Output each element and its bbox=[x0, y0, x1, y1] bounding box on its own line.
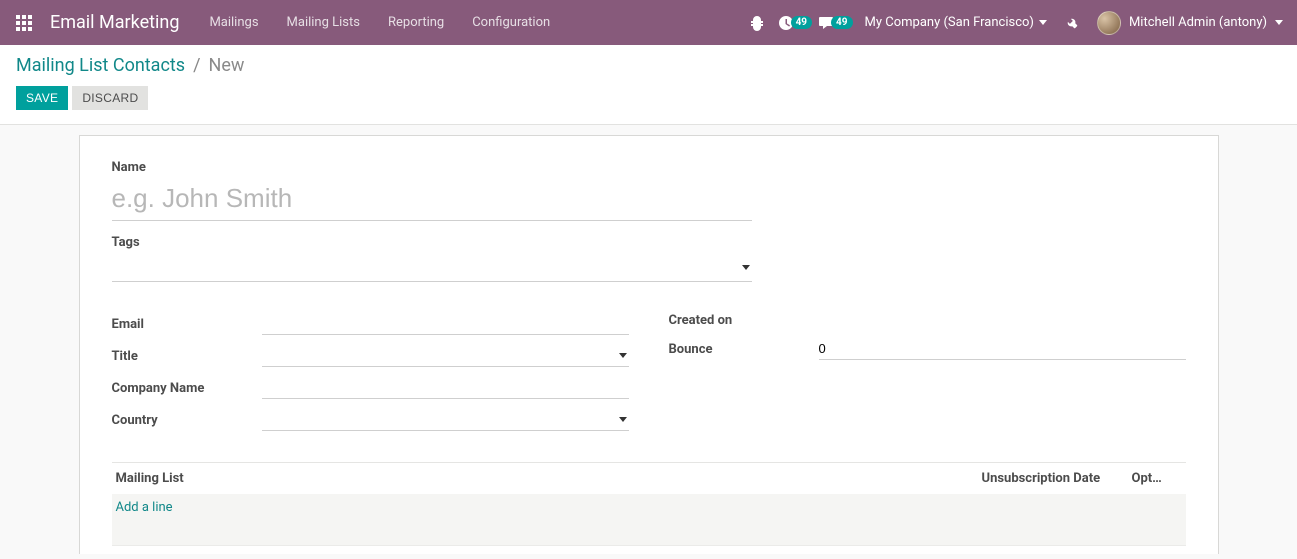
discuss-badge: 49 bbox=[831, 16, 852, 29]
title-select[interactable] bbox=[262, 345, 629, 367]
apps-menu-icon[interactable] bbox=[8, 7, 40, 39]
email-label: Email bbox=[112, 308, 262, 340]
menu-configuration[interactable]: Configuration bbox=[460, 0, 562, 45]
caret-down-icon bbox=[1039, 20, 1047, 25]
menu-mailings[interactable]: Mailings bbox=[197, 0, 270, 45]
subtable-body: Add a line bbox=[112, 494, 1186, 546]
subtable-header-mailing-list: Mailing List bbox=[116, 471, 982, 486]
subtable-header-unsubscription-date: Unsubscription Date bbox=[982, 471, 1132, 486]
company-name-label: Company Name bbox=[112, 372, 262, 404]
action-buttons: Save Discard bbox=[16, 86, 1281, 110]
email-input[interactable] bbox=[262, 313, 629, 335]
tags-input-wrap[interactable] bbox=[112, 254, 752, 282]
name-label: Name bbox=[112, 160, 1186, 175]
tags-field-block: Tags bbox=[112, 235, 1186, 282]
main-content: Name Tags Email Title bbox=[0, 125, 1297, 554]
subtable-header: Mailing List Unsubscription Date Opt… bbox=[112, 463, 1186, 494]
company-name: My Company (San Francisco) bbox=[865, 15, 1034, 30]
form-left-column: Email Title Company Name bbox=[112, 308, 629, 436]
discard-button[interactable]: Discard bbox=[72, 86, 148, 110]
breadcrumb-parent[interactable]: Mailing List Contacts bbox=[16, 55, 185, 76]
country-dropdown-icon[interactable] bbox=[619, 417, 627, 422]
breadcrumb-separator: / bbox=[193, 55, 200, 76]
user-name: Mitchell Admin (antony) bbox=[1129, 15, 1267, 30]
menu-mailing-lists[interactable]: Mailing Lists bbox=[275, 0, 372, 45]
menu-reporting[interactable]: Reporting bbox=[376, 0, 456, 45]
company-selector[interactable]: My Company (San Francisco) bbox=[859, 15, 1053, 30]
title-input[interactable] bbox=[262, 345, 619, 366]
add-line-link[interactable]: Add a line bbox=[116, 500, 173, 515]
mailing-list-subtable: Mailing List Unsubscription Date Opt… Ad… bbox=[112, 462, 1186, 546]
subtable-header-opt: Opt… bbox=[1132, 471, 1182, 486]
control-panel: Mailing List Contacts / New Save Discard bbox=[0, 45, 1297, 125]
form-two-columns: Email Title Company Name bbox=[112, 308, 1186, 436]
discuss-icon[interactable]: 49 bbox=[818, 8, 852, 38]
save-button[interactable]: Save bbox=[16, 86, 68, 110]
main-menu: Mailings Mailing Lists Reporting Configu… bbox=[197, 0, 562, 45]
user-menu[interactable]: Mitchell Admin (antony) bbox=[1091, 11, 1289, 35]
breadcrumb: Mailing List Contacts / New bbox=[16, 55, 1281, 76]
tags-label: Tags bbox=[112, 235, 1186, 250]
navbar-right: 49 49 My Company (San Francisco) Mitchel… bbox=[742, 8, 1289, 38]
developer-tools-icon[interactable] bbox=[1059, 16, 1085, 30]
title-dropdown-icon[interactable] bbox=[619, 353, 627, 358]
country-input[interactable] bbox=[262, 409, 619, 430]
bounce-label: Bounce bbox=[669, 333, 819, 365]
created-on-label: Created on bbox=[669, 308, 819, 333]
name-input[interactable] bbox=[112, 179, 752, 221]
breadcrumb-current: New bbox=[209, 55, 245, 76]
form-right-column: Created on Bounce bbox=[669, 308, 1186, 436]
user-avatar bbox=[1097, 11, 1121, 35]
form-sheet: Name Tags Email Title bbox=[79, 135, 1219, 554]
debug-icon[interactable] bbox=[742, 8, 772, 38]
company-name-input[interactable] bbox=[262, 377, 629, 399]
country-select[interactable] bbox=[262, 409, 629, 431]
bounce-input[interactable] bbox=[819, 338, 1186, 360]
top-navbar: Email Marketing Mailings Mailing Lists R… bbox=[0, 0, 1297, 45]
activity-badge: 49 bbox=[791, 16, 812, 29]
caret-down-icon bbox=[1275, 20, 1283, 25]
tags-input[interactable] bbox=[112, 256, 742, 279]
title-label: Title bbox=[112, 340, 262, 372]
activity-icon[interactable]: 49 bbox=[778, 8, 812, 38]
tags-dropdown-icon[interactable] bbox=[742, 265, 750, 270]
app-title[interactable]: Email Marketing bbox=[50, 12, 179, 33]
name-field-block: Name bbox=[112, 160, 1186, 221]
country-label: Country bbox=[112, 404, 262, 436]
